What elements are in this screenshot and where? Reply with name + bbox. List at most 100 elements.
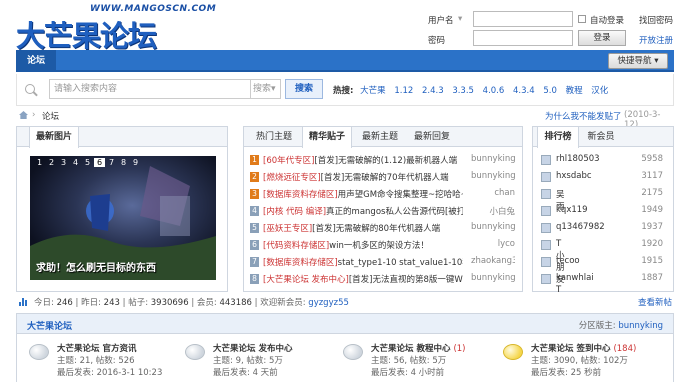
slide-dot[interactable]: 8 bbox=[118, 158, 129, 167]
thread-title[interactable]: [燃烧远征专区][首发]无需破解的70年代机器人端 bbox=[263, 171, 463, 183]
thread-category[interactable]: [大芒果论坛 发布中心] bbox=[263, 275, 349, 285]
tab-new-members[interactable]: 新会员 bbox=[581, 127, 621, 147]
slide-dot[interactable]: 5 bbox=[82, 158, 93, 167]
nav-tab-forum[interactable]: 论坛 bbox=[16, 50, 56, 72]
site-logo[interactable]: WWW.MANGOSCN.COM 大芒果论坛 bbox=[16, 4, 216, 53]
board-name[interactable]: 大芒果论坛 官方资讯 bbox=[57, 342, 136, 354]
thread-author[interactable]: bunnyking bbox=[471, 222, 515, 232]
avatar[interactable] bbox=[541, 257, 551, 267]
thread-category[interactable]: [数据库资料存储区] bbox=[263, 190, 338, 200]
member-name[interactable]: rhl180503 bbox=[556, 154, 600, 164]
board-name-text[interactable]: 大芒果论坛 官方资讯 bbox=[57, 344, 136, 354]
thread-title-text[interactable]: [首发]无法直视的第8版一键WEB环 bbox=[349, 275, 463, 285]
member-name[interactable]: T小朋友T bbox=[556, 239, 565, 295]
slide-dot[interactable]: 2 bbox=[46, 158, 57, 167]
thread-category[interactable]: [内核 代码 编译] bbox=[263, 207, 326, 217]
why-not-post-link[interactable]: 为什么我不能发贴了 bbox=[545, 110, 622, 122]
avatar[interactable] bbox=[541, 189, 551, 199]
board-item[interactable]: 大芒果论坛 官方资讯 主题: 21, 帖数: 526 最后发表: 2016-3-1… bbox=[29, 342, 189, 382]
board-name-text[interactable]: 大芒果论坛 签到中心 bbox=[531, 344, 610, 354]
board-last-post[interactable]: 最后发表: 2016-3-1 10:23 bbox=[57, 366, 162, 378]
avatar[interactable] bbox=[541, 155, 551, 165]
tab-hot-threads[interactable]: 热门主题 bbox=[248, 127, 300, 147]
hot-item[interactable]: 5.0 bbox=[543, 86, 557, 96]
quick-nav-button[interactable]: 快捷导航 ▾ bbox=[608, 53, 668, 69]
search-input[interactable]: 请输入搜索内容 bbox=[49, 79, 251, 99]
thread-author[interactable]: bunnyking bbox=[471, 273, 515, 283]
thread-title-text[interactable]: 用声望GM命令搜集整理~挖哈哈~想借很多 bbox=[338, 190, 463, 200]
register-link[interactable]: 开放注册 bbox=[639, 34, 673, 46]
avatar[interactable] bbox=[541, 223, 551, 233]
login-button[interactable]: 登录 bbox=[578, 30, 626, 46]
avatar[interactable] bbox=[541, 206, 551, 216]
slide-caption[interactable]: 求助！怎么刷无目标的东西 bbox=[36, 259, 156, 274]
tab-latest-image[interactable]: 最新图片 bbox=[29, 127, 79, 148]
moderator-link[interactable]: bunnyking bbox=[618, 321, 663, 331]
thread-category[interactable]: [代码资料存储区] bbox=[263, 241, 329, 251]
slide-dot[interactable]: 4 bbox=[70, 158, 81, 167]
member-name[interactable]: kanwhlai bbox=[556, 273, 594, 283]
board-item[interactable]: 大芒果论坛 教程中心 (1) 主题: 56, 帖数: 5万 最后发表: 4 小时前 bbox=[343, 342, 503, 382]
slide-dot-active[interactable]: 6 bbox=[94, 158, 105, 167]
breadcrumb-current[interactable]: 论坛 bbox=[42, 110, 59, 122]
autologin-checkbox[interactable] bbox=[578, 15, 586, 23]
search-type-select[interactable]: 搜索▾ bbox=[251, 79, 281, 99]
hot-item[interactable]: 教程 bbox=[566, 86, 583, 96]
tab-new-replies[interactable]: 最新回复 bbox=[406, 127, 458, 147]
thread-category[interactable]: [数据库资料存储区] bbox=[263, 258, 338, 268]
thread-category[interactable]: [巫妖王专区] bbox=[263, 224, 312, 234]
thread-title-text[interactable]: [首发]无需破解的(1.12)最新机器人端 bbox=[314, 156, 457, 166]
thread-title[interactable]: [60年代专区][首发]无需破解的(1.12)最新机器人端 bbox=[263, 154, 463, 166]
thread-author[interactable]: zhaokang36 bbox=[471, 256, 515, 266]
thread-category[interactable]: [燃烧远征专区] bbox=[263, 173, 321, 183]
thread-title-text[interactable]: stat_type1-10 stat_value1-10我自己 bbox=[338, 258, 463, 268]
slide-dot[interactable]: 7 bbox=[106, 158, 117, 167]
hot-item[interactable]: 2.4.3 bbox=[422, 86, 444, 96]
username-field[interactable] bbox=[473, 11, 573, 27]
hot-item[interactable]: 1.12 bbox=[394, 86, 413, 96]
thread-title-text[interactable]: [首发]无需破解的70年代机器人端 bbox=[321, 173, 449, 183]
newest-member-link[interactable]: gyzgyz55 bbox=[308, 298, 349, 308]
board-name[interactable]: 大芒果论坛 发布中心 bbox=[213, 342, 292, 354]
board-item[interactable]: 大芒果论坛 签到中心 (184) 主题: 3090, 帖数: 102万 最后发表: … bbox=[503, 342, 663, 382]
home-icon[interactable] bbox=[19, 111, 28, 119]
thread-author[interactable]: lyco bbox=[471, 239, 515, 249]
thread-author[interactable]: bunnyking bbox=[471, 171, 515, 181]
view-new-posts-link[interactable]: 查看新帖 bbox=[638, 296, 672, 308]
hot-item[interactable]: 4.3.4 bbox=[513, 86, 535, 96]
slide-dot[interactable]: 3 bbox=[58, 158, 69, 167]
board-last-post[interactable]: 最后发表: 25 秒前 bbox=[531, 366, 601, 378]
slide-dot[interactable]: 1 bbox=[34, 158, 45, 167]
thread-title-text[interactable]: 真正的mangos私人公告源代码[被打如精] bbox=[326, 207, 463, 217]
hot-item[interactable]: 3.3.5 bbox=[452, 86, 474, 96]
slideshow-image[interactable]: 123456789 求助！怎么刷无目标的东西 bbox=[30, 156, 216, 280]
board-name[interactable]: 大芒果论坛 签到中心 (184) bbox=[531, 342, 636, 354]
forgot-password-link[interactable]: 找回密码 bbox=[639, 14, 673, 26]
board-item[interactable]: 大芒果论坛 发布中心 主题: 9, 帖数: 5万 最后发表: 4 天前 bbox=[185, 342, 345, 382]
search-button[interactable]: 搜索 bbox=[285, 79, 323, 99]
thread-title[interactable]: [内核 代码 编译]真正的mangos私人公告源代码[被打如精] bbox=[263, 205, 463, 217]
chevron-down-icon[interactable]: ▾ bbox=[458, 14, 462, 24]
hot-item[interactable]: 汉化 bbox=[591, 86, 608, 96]
avatar[interactable] bbox=[541, 172, 551, 182]
thread-title[interactable]: [代码资料存储区]win一机多区的架设方法！ bbox=[263, 239, 463, 251]
thread-author[interactable]: chan bbox=[471, 188, 515, 198]
tab-new-threads[interactable]: 最新主题 bbox=[354, 127, 406, 147]
thread-title-text[interactable]: [首发]无需破解的80年代机器人端 bbox=[312, 224, 440, 234]
forum-section-title[interactable]: 大芒果论坛 bbox=[27, 319, 72, 332]
board-name-text[interactable]: 大芒果论坛 教程中心 bbox=[371, 344, 450, 354]
thread-author[interactable]: 小白兔 bbox=[471, 205, 515, 217]
member-name[interactable]: q13467982 bbox=[556, 222, 605, 232]
thread-title-text[interactable]: win一机多区的架设方法！ bbox=[329, 241, 429, 251]
slide-dot[interactable]: 9 bbox=[130, 158, 141, 167]
thread-title[interactable]: [大芒果论坛 发布中心][首发]无法直视的第8版一键WEB环 bbox=[263, 273, 463, 285]
board-last-post[interactable]: 最后发表: 4 天前 bbox=[213, 366, 278, 378]
thread-author[interactable]: bunnyking bbox=[471, 154, 515, 164]
thread-category[interactable]: [60年代专区] bbox=[263, 156, 314, 166]
avatar[interactable] bbox=[541, 274, 551, 284]
tab-ranking[interactable]: 排行榜 bbox=[537, 127, 579, 148]
avatar[interactable] bbox=[541, 240, 551, 250]
member-name[interactable]: kqx119 bbox=[556, 205, 588, 215]
thread-title[interactable]: [数据库资料存储区]用声望GM命令搜集整理~挖哈哈~想借很多 bbox=[263, 188, 463, 200]
password-field[interactable] bbox=[473, 30, 573, 46]
